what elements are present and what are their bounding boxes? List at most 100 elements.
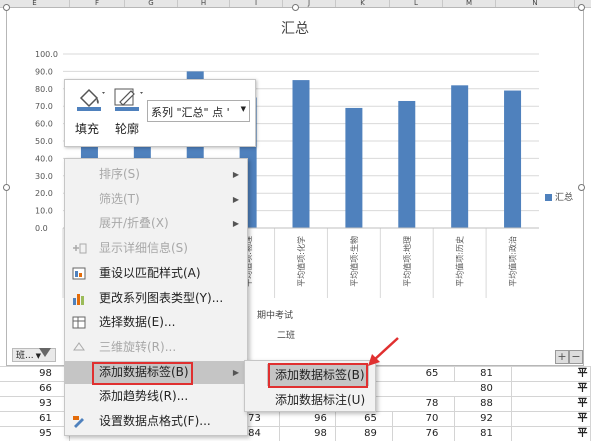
column-header-E[interactable]: E: [0, 0, 70, 7]
filter-icon[interactable]: [39, 348, 51, 357]
context-menu-item-6[interactable]: 选择数据(E)...: [65, 311, 247, 334]
context-menu-item-label: 显示详细信息(S): [99, 241, 188, 256]
bar-7[interactable]: [451, 85, 469, 228]
context-menu-item-label: 重设以匹配样式(A): [99, 265, 201, 280]
context-menu-item-5[interactable]: 更改系列图表类型(Y)...: [65, 287, 247, 310]
table-cell-N[interactable]: 81: [462, 367, 512, 381]
table-cell-M[interactable]: 70: [410, 412, 455, 426]
resize-handle-left[interactable]: [3, 184, 10, 191]
submenu-item-add-data-callouts[interactable]: 添加数据标注(U): [275, 391, 365, 408]
context-menu-item-label: 展开/折叠(X): [99, 216, 169, 231]
table-cell-N[interactable]: 92: [462, 412, 512, 426]
y-tick-label: 100.0: [35, 50, 58, 59]
context-menu-item-1: 筛选(T) ▶: [65, 188, 247, 211]
reset-style-icon: [71, 266, 87, 281]
context-menu-item-10[interactable]: 设置数据点格式(F)...: [65, 410, 247, 433]
column-header-M[interactable]: M: [443, 0, 496, 7]
table-cell-M[interactable]: 76: [410, 427, 455, 441]
table-cell-K[interactable]: 98: [306, 427, 336, 441]
context-menu-item-2: 展开/折叠(X) ▶: [65, 212, 247, 235]
table-cell-M[interactable]: 65: [410, 367, 455, 381]
context-menu-item-label: 筛选(T): [99, 191, 140, 206]
table-cell-N[interactable]: 80: [462, 382, 512, 396]
y-tick-label: 90.0: [35, 67, 53, 76]
resize-handle-top-left[interactable]: [3, 4, 10, 11]
column-header-G[interactable]: G: [125, 0, 178, 7]
column-header-N[interactable]: N: [496, 0, 575, 7]
context-menu-item-0: 排序(S) ▶: [65, 163, 247, 186]
x-category-label: 平均值项:地理: [402, 236, 412, 287]
resize-handle-top-right[interactable]: [578, 4, 585, 11]
context-menu-item-9[interactable]: 添加趋势线(R)...: [65, 385, 247, 408]
context-menu-item-label: 三维旋转(R)...: [99, 339, 177, 354]
context-menu-item-3: 显示详细信息(S): [65, 237, 247, 260]
y-tick-label: 60.0: [35, 120, 53, 129]
x-category-label: 平均值项:历史: [455, 236, 465, 287]
paint-bucket-icon: [77, 88, 105, 111]
axis-group-label-class: 二班: [277, 331, 296, 341]
expand-field-button[interactable]: +: [555, 350, 569, 364]
table-cell-N[interactable]: 88: [462, 397, 512, 411]
table-cell-N[interactable]: 81: [462, 427, 512, 441]
context-menu-item-label: 排序(S): [99, 167, 140, 181]
resize-handle-top[interactable]: [292, 4, 299, 11]
table-cell-P[interactable]: 平: [575, 412, 591, 426]
table-cell-K[interactable]: 96: [306, 412, 336, 426]
outline-label: 轮廓: [115, 122, 140, 136]
axis-group-label-exam: 期中考试: [257, 311, 294, 321]
bar-5[interactable]: [345, 107, 363, 228]
bar-4[interactable]: [292, 80, 310, 228]
collapse-field-button[interactable]: −: [569, 350, 583, 364]
table-cell-E[interactable]: 93: [22, 397, 70, 411]
y-tick-label: 70.0: [35, 102, 53, 111]
context-menu-item-label: 选择数据(E)...: [99, 315, 176, 330]
submenu-arrow-icon: ▶: [232, 219, 239, 229]
column-header-I[interactable]: I: [230, 0, 283, 7]
column-header-K[interactable]: K: [336, 0, 390, 7]
table-cell-P[interactable]: 平: [575, 427, 591, 441]
table-cell-P[interactable]: 平: [575, 382, 591, 396]
3d-rotate-icon: [71, 340, 87, 355]
legend-label: 汇总: [555, 193, 574, 203]
submenu-arrow-icon: ▶: [232, 170, 239, 179]
table-cell-E[interactable]: 98: [22, 367, 70, 381]
legend-swatch: [545, 194, 552, 201]
fill-button[interactable]: 填充: [71, 84, 105, 140]
context-menu-item-label: 更改系列图表类型(Y)...: [99, 290, 224, 305]
table-cell-E[interactable]: 95: [22, 427, 70, 441]
context-menu-item-label: 添加趋势线(R)...: [99, 389, 189, 404]
series-element-select[interactable]: 系列 "汇总" 点 ' ▼: [147, 100, 250, 122]
y-tick-label: 30.0: [35, 172, 53, 181]
annotation-arrow: [368, 337, 399, 366]
chart-type-icon: [71, 291, 87, 306]
table-cell-P[interactable]: 平: [575, 397, 591, 411]
annotation-box-menu-item: [92, 362, 193, 385]
resize-handle-right[interactable]: [578, 184, 585, 191]
column-header-L[interactable]: L: [390, 0, 443, 7]
table-cell-E[interactable]: 66: [22, 382, 70, 396]
column-header-J[interactable]: J: [283, 0, 336, 7]
class-field-label: 班...: [16, 351, 34, 361]
table-cell-L[interactable]: 65: [349, 412, 393, 426]
submenu-arrow-icon: ▶: [232, 367, 239, 377]
bar-6[interactable]: [398, 100, 416, 228]
context-menu-item-4[interactable]: 重设以匹配样式(A): [65, 262, 247, 285]
context-menu-item-7: 三维旋转(R)...: [65, 336, 247, 359]
outline-button[interactable]: 轮廓: [111, 84, 147, 140]
y-tick-label: 40.0: [35, 154, 53, 163]
y-tick-label: 0.0: [35, 224, 48, 233]
table-cell-M[interactable]: 78: [410, 397, 455, 411]
y-tick-label: 10.0: [35, 207, 53, 216]
x-category-label: 平均值项:政治: [508, 236, 518, 287]
bar-8[interactable]: [504, 90, 522, 228]
select-data-icon: [71, 315, 87, 330]
submenu-arrow-icon: ▶: [232, 194, 239, 204]
column-header-F[interactable]: F: [70, 0, 125, 7]
y-tick-label: 50.0: [35, 137, 53, 146]
table-cell-E[interactable]: 61: [22, 412, 70, 426]
table-cell-L[interactable]: 89: [349, 427, 393, 441]
x-category-label: 平均值项:化学: [296, 236, 306, 287]
table-cell-P[interactable]: 平: [575, 367, 591, 381]
y-tick-label: 80.0: [35, 85, 53, 94]
column-header-H[interactable]: H: [178, 0, 230, 7]
